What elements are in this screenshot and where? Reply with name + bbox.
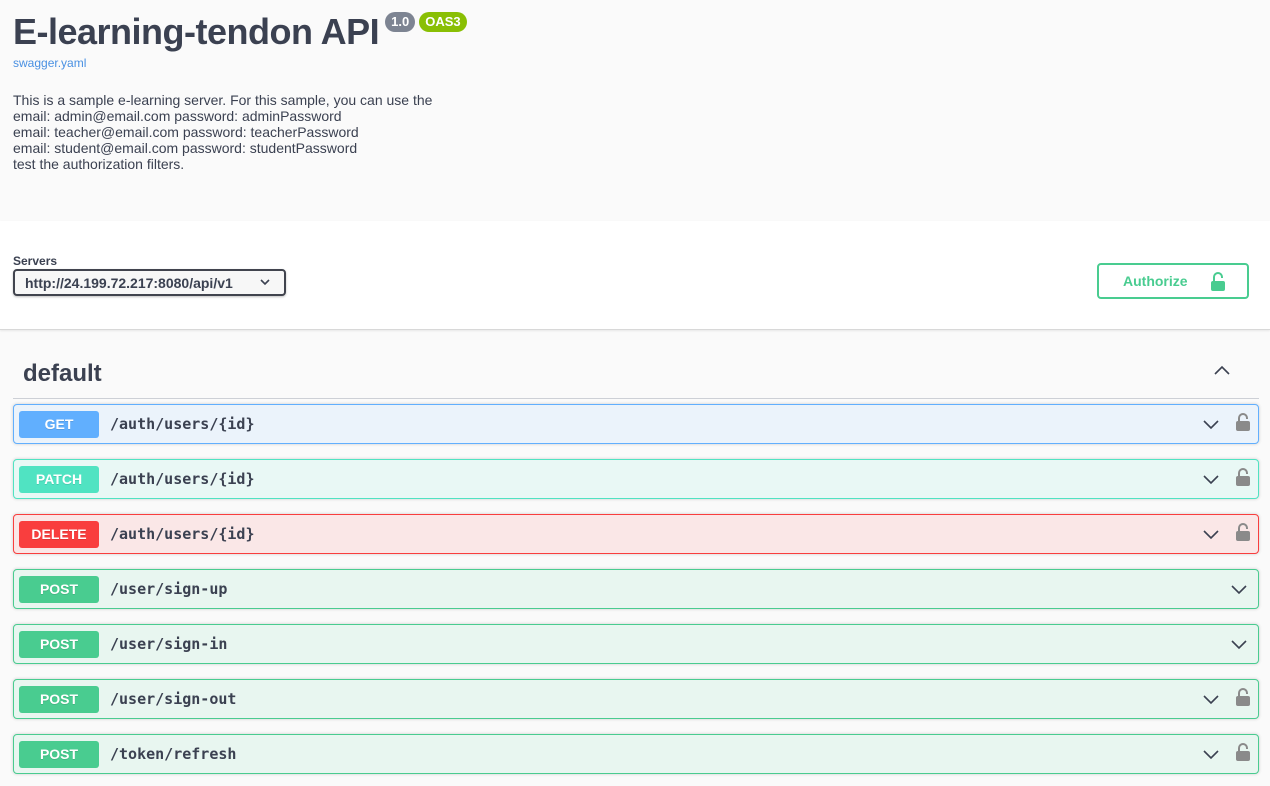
operation-row[interactable]: POST/user/sign-out — [13, 679, 1259, 719]
chevron-down-icon[interactable] — [1202, 528, 1220, 540]
unlocked-lock-icon — [1211, 272, 1225, 291]
http-method-badge: POST — [19, 631, 99, 658]
servers-section: Servers http://24.199.72.217:8080/api/v1… — [0, 221, 1270, 330]
operation-row[interactable]: PATCH/auth/users/{id} — [13, 459, 1259, 499]
description-line: email: student@email.com password: stude… — [13, 140, 358, 156]
unlocked-lock-icon[interactable] — [1236, 468, 1250, 487]
http-method-badge: POST — [19, 686, 99, 713]
operation-row[interactable]: GET/auth/users/{id} — [13, 404, 1259, 444]
api-info-section: E-learning-tendon API 1.0 OAS3 swagger.y… — [0, 0, 1270, 221]
http-method-badge: POST — [19, 576, 99, 603]
operation-path: /user/sign-in — [110, 635, 228, 653]
unlocked-lock-icon[interactable] — [1236, 743, 1250, 762]
description-line: This is a sample e-learning server. For … — [13, 92, 433, 108]
operation-row[interactable]: POST/user/sign-in — [13, 624, 1259, 664]
chevron-down-icon — [260, 279, 270, 286]
server-select[interactable]: http://24.199.72.217:8080/api/v1 — [13, 269, 286, 296]
description-line: email: admin@email.com password: adminPa… — [13, 108, 342, 124]
tag-section-header[interactable]: default — [13, 352, 1259, 399]
operation-row[interactable]: DELETE/auth/users/{id} — [13, 514, 1259, 554]
chevron-down-icon[interactable] — [1230, 638, 1248, 650]
operation-row[interactable]: POST/user/sign-up — [13, 569, 1259, 609]
unlocked-lock-icon[interactable] — [1236, 688, 1250, 707]
description-line: email: teacher@email.com password: teach… — [13, 124, 359, 140]
operation-path: /user/sign-out — [110, 690, 237, 708]
chevron-up-icon[interactable] — [1213, 364, 1231, 376]
tag-title: default — [23, 360, 102, 387]
server-select-value: http://24.199.72.217:8080/api/v1 — [25, 274, 233, 291]
servers-label: Servers — [13, 254, 58, 268]
chevron-down-icon[interactable] — [1202, 748, 1220, 760]
chevron-down-icon[interactable] — [1202, 473, 1220, 485]
chevron-down-icon[interactable] — [1230, 583, 1248, 595]
chevron-down-icon[interactable] — [1202, 693, 1220, 705]
http-method-badge: PATCH — [19, 466, 99, 493]
chevron-down-icon[interactable] — [1202, 418, 1220, 430]
http-method-badge: POST — [19, 741, 99, 768]
operation-path: /user/sign-up — [110, 580, 228, 598]
description-line: test the authorization filters. — [13, 156, 185, 172]
operation-path: /auth/users/{id} — [110, 415, 255, 433]
unlocked-lock-icon[interactable] — [1236, 413, 1250, 432]
title-row: E-learning-tendon API 1.0 OAS3 — [13, 12, 467, 52]
api-title: E-learning-tendon API — [13, 11, 380, 52]
unlocked-lock-icon[interactable] — [1236, 523, 1250, 542]
oas-badge: OAS3 — [419, 12, 467, 32]
operation-row[interactable]: POST/token/refresh — [13, 734, 1259, 774]
http-method-badge: DELETE — [19, 521, 99, 548]
operation-path: /token/refresh — [110, 745, 237, 763]
version-badge: 1.0 — [385, 12, 416, 32]
operation-path: /auth/users/{id} — [110, 470, 255, 488]
operation-path: /auth/users/{id} — [110, 525, 255, 543]
spec-file-link[interactable]: swagger.yaml — [13, 56, 86, 70]
authorize-button[interactable]: Authorize — [1097, 263, 1249, 299]
authorize-label: Authorize — [1123, 273, 1188, 289]
http-method-badge: GET — [19, 411, 99, 438]
api-description: This is a sample e-learning server. For … — [13, 92, 432, 172]
